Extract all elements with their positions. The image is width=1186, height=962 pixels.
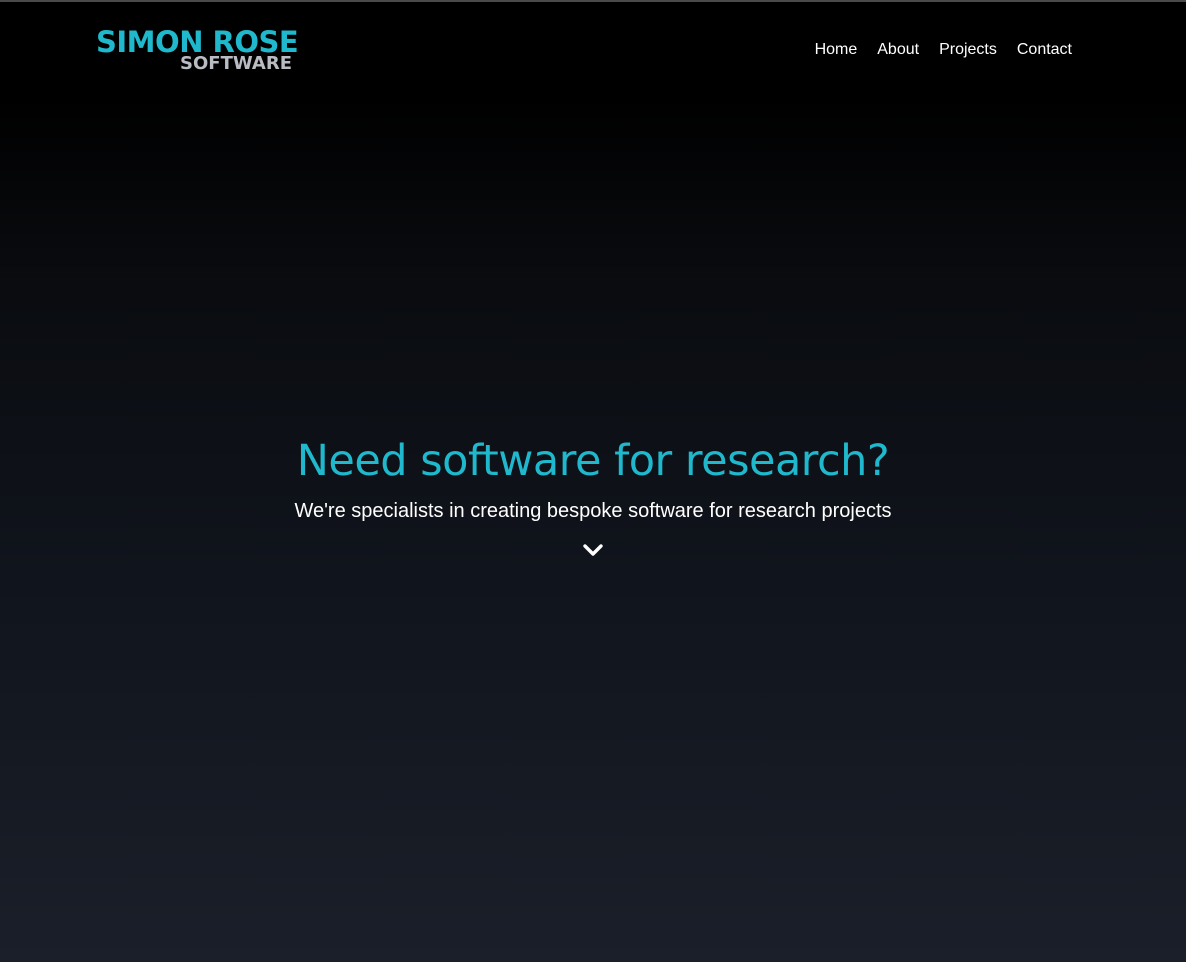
- scroll-down-button[interactable]: [579, 538, 607, 562]
- site-logo[interactable]: SIMON ROSE SOFTWARE: [96, 26, 299, 76]
- logo-line2: SOFTWARE: [180, 53, 292, 74]
- nav-item-contact[interactable]: Contact: [1017, 40, 1072, 60]
- chevron-down-icon: [579, 538, 607, 562]
- nav-item-projects[interactable]: Projects: [939, 40, 997, 60]
- nav-item-about[interactable]: About: [877, 40, 919, 60]
- hero-title: Need software for research?: [296, 436, 890, 486]
- hero-subtitle: We're specialists in creating bespoke so…: [294, 500, 892, 522]
- nav-item-home[interactable]: Home: [815, 40, 858, 60]
- hero-section: Need software for research? We're specia…: [0, 430, 1186, 567]
- site-header: SIMON ROSE SOFTWARE Home About Projects …: [0, 2, 1186, 98]
- main-nav: Home About Projects Contact: [815, 40, 1072, 60]
